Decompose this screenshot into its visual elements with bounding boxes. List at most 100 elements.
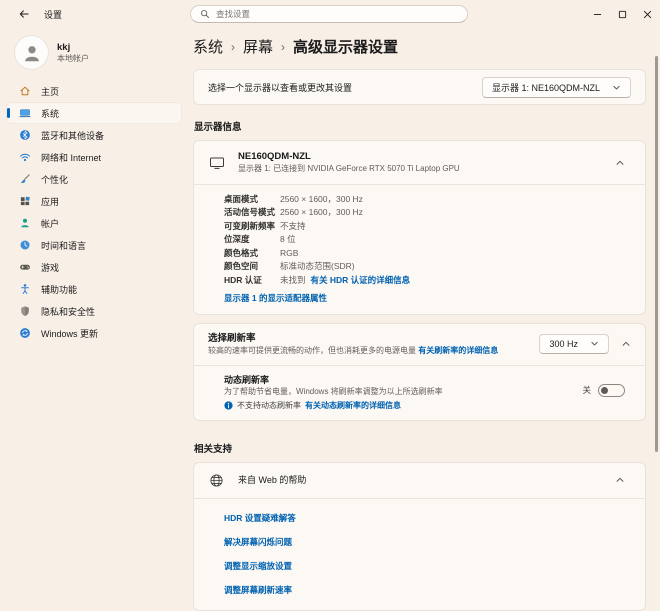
display-selector-value: 显示器 1: NE160QDM-NZL <box>492 81 600 94</box>
dynamic-refresh-section: 动态刷新率 为了帮助节省电量，Windows 将刷新率调整为以上所选刷新率 不支… <box>194 365 645 420</box>
privacy-icon <box>18 305 31 317</box>
breadcrumb-separator: › <box>231 40 235 54</box>
sidebar-item-time-language[interactable]: 时间和语言 <box>7 235 181 255</box>
display-info-card: NE160QDM-NZL 显示器 1: 已连接到 NVIDIA GeForce … <box>193 140 646 315</box>
refresh-rate-info-link[interactable]: 有关刷新率的详细信息 <box>418 346 498 355</box>
sidebar-item-system[interactable]: 系统 <box>7 103 181 123</box>
sidebar-item-windows-update[interactable]: Windows 更新 <box>7 323 181 343</box>
monitor-icon <box>208 155 225 171</box>
minimize-icon <box>593 10 602 19</box>
chevron-up-icon <box>615 475 625 485</box>
collapse-button[interactable] <box>609 475 631 485</box>
chevron-up-icon <box>621 339 631 349</box>
maximize-icon <box>618 10 627 19</box>
settings-content: 选择一个显示器以查看或更改其设置 显示器 1: NE160QDM-NZL 显示器… <box>193 69 646 611</box>
system-icon <box>18 107 31 119</box>
hdr-certification-link[interactable]: 有关 HDR 认证的详细信息 <box>311 274 411 286</box>
info-row-variable-refresh: 可变刷新频率 不支持 <box>224 219 631 233</box>
help-link-display-scaling[interactable]: 调整显示缩放设置 <box>224 560 631 572</box>
sidebar-item-network[interactable]: 网络和 Internet <box>7 147 181 167</box>
scrollbar[interactable] <box>655 56 658 452</box>
breadcrumb-system[interactable]: 系统 <box>193 36 223 57</box>
gaming-icon <box>18 261 31 273</box>
toggle-knob <box>601 387 608 394</box>
display-adapter-properties-link[interactable]: 显示器 1 的显示适配器属性 <box>224 292 327 304</box>
help-from-web-card: 来自 Web 的帮助 HDR 设置疑难解答 解决屏幕闪烁问题 调整显示缩放设置 … <box>193 462 646 611</box>
sidebar-item-apps[interactable]: 应用 <box>7 191 181 211</box>
display-info-section-title: 显示器信息 <box>194 119 646 133</box>
refresh-rate-card: 选择刷新率 较高的速率可提供更流畅的动作，但也消耗更多的电源电量 有关刷新率的详… <box>193 323 646 421</box>
page-title: 高级显示器设置 <box>293 36 398 57</box>
network-icon <box>18 151 31 163</box>
sidebar-item-personalization[interactable]: 个性化 <box>7 169 181 189</box>
settings-window: { "titlebar": { "app_title": "设置", "sear… <box>0 0 660 513</box>
globe-icon <box>208 473 225 488</box>
breadcrumb-display[interactable]: 屏幕 <box>243 36 273 57</box>
sidebar-item-label: 应用 <box>41 195 59 208</box>
sidebar-item-label: 网络和 Internet <box>41 151 101 164</box>
sidebar-item-label: 主页 <box>41 85 59 98</box>
monitor-connection: 显示器 1: 已连接到 NVIDIA GeForce RTX 5070 Ti L… <box>238 163 596 174</box>
user-account-type: 本地帐户 <box>57 53 89 64</box>
sidebar-item-bluetooth[interactable]: 蓝牙和其他设备 <box>7 125 181 145</box>
collapse-button[interactable] <box>615 339 637 349</box>
sidebar-item-label: 游戏 <box>41 261 59 274</box>
sidebar-item-accounts[interactable]: 帐户 <box>7 213 181 233</box>
display-selector-card: 选择一个显示器以查看或更改其设置 显示器 1: NE160QDM-NZL <box>193 69 646 105</box>
minimize-button[interactable] <box>585 0 610 28</box>
help-links-section: HDR 设置疑难解答 解决屏幕闪烁问题 调整显示缩放设置 调整屏幕刷新速率 <box>194 498 645 610</box>
display-selector-label: 选择一个显示器以查看或更改其设置 <box>208 81 352 94</box>
display-selector-dropdown[interactable]: 显示器 1: NE160QDM-NZL <box>482 77 631 98</box>
refresh-rate-header: 选择刷新率 较高的速率可提供更流畅的动作，但也消耗更多的电源电量 有关刷新率的详… <box>194 324 645 365</box>
chevron-down-icon <box>612 83 621 92</box>
help-link-hdr-troubleshoot[interactable]: HDR 设置疑难解答 <box>224 512 631 524</box>
dynamic-refresh-toggle[interactable] <box>598 384 625 397</box>
sidebar-nav: 主页 系统 蓝牙和其他设备 网络和 Internet 个性化 应用 帐户 时间 <box>0 81 188 343</box>
collapse-button[interactable] <box>609 158 631 168</box>
sidebar-item-label: 个性化 <box>41 173 68 186</box>
refresh-rate-value: 300 Hz <box>549 339 578 349</box>
display-info-header[interactable]: NE160QDM-NZL 显示器 1: 已连接到 NVIDIA GeForce … <box>194 141 645 184</box>
dynamic-refresh-info-link[interactable]: 有关动态刷新率的详细信息 <box>305 400 401 411</box>
user-account[interactable]: kkj 本地帐户 <box>15 36 188 69</box>
sidebar-item-label: Windows 更新 <box>41 327 98 340</box>
bluetooth-icon <box>18 129 31 141</box>
breadcrumb: 系统 › 屏幕 › 高级显示器设置 <box>193 36 646 57</box>
maximize-button[interactable] <box>610 0 635 28</box>
sidebar-item-label: 隐私和安全性 <box>41 305 95 318</box>
close-icon <box>643 10 652 19</box>
accounts-icon <box>18 217 31 229</box>
dynamic-refresh-description: 为了帮助节省电量，Windows 将刷新率调整为以上所选刷新率 <box>224 386 582 397</box>
help-from-web-header[interactable]: 来自 Web 的帮助 <box>194 463 645 498</box>
sidebar-item-label: 蓝牙和其他设备 <box>41 129 104 142</box>
search-placeholder: 查找设置 <box>216 8 250 20</box>
main-content: 系统 › 屏幕 › 高级显示器设置 选择一个显示器以查看或更改其设置 显示器 1… <box>188 28 660 513</box>
refresh-rate-dropdown[interactable]: 300 Hz <box>539 334 609 354</box>
sidebar-item-accessibility[interactable]: 辅助功能 <box>7 279 181 299</box>
chevron-up-icon <box>615 158 625 168</box>
close-button[interactable] <box>635 0 660 28</box>
related-support-section-title: 相关支持 <box>194 441 646 455</box>
window-controls <box>585 0 660 28</box>
info-row-color-space: 颜色空间 标准动态范围(SDR) <box>224 260 631 274</box>
toggle-state-label: 关 <box>582 384 591 396</box>
sidebar-item-privacy[interactable]: 隐私和安全性 <box>7 301 181 321</box>
info-row-color-format: 颜色格式 RGB <box>224 246 631 260</box>
sidebar-item-home[interactable]: 主页 <box>7 81 181 101</box>
search-input[interactable]: 查找设置 <box>190 5 468 23</box>
sidebar: kkj 本地帐户 主页 系统 蓝牙和其他设备 网络和 Internet 个性化 … <box>0 28 188 513</box>
sidebar-item-gaming[interactable]: 游戏 <box>7 257 181 277</box>
info-row-hdr-certification: HDR 认证 未找到 有关 HDR 认证的详细信息 <box>224 273 631 287</box>
back-button[interactable] <box>14 4 34 24</box>
search-icon <box>200 9 210 19</box>
monitor-model: NE160QDM-NZL <box>238 151 596 163</box>
help-link-refresh-rate[interactable]: 调整屏幕刷新速率 <box>224 584 631 596</box>
apps-icon <box>18 195 31 207</box>
personalization-icon <box>18 173 31 185</box>
app-title: 设置 <box>44 8 62 21</box>
info-icon <box>224 401 233 410</box>
back-arrow-icon <box>18 8 30 20</box>
help-link-screen-flicker[interactable]: 解决屏幕闪烁问题 <box>224 536 631 548</box>
info-row-active-signal-mode: 活动信号模式 2560 × 1600，300 Hz <box>224 206 631 220</box>
user-name: kkj <box>57 42 89 53</box>
